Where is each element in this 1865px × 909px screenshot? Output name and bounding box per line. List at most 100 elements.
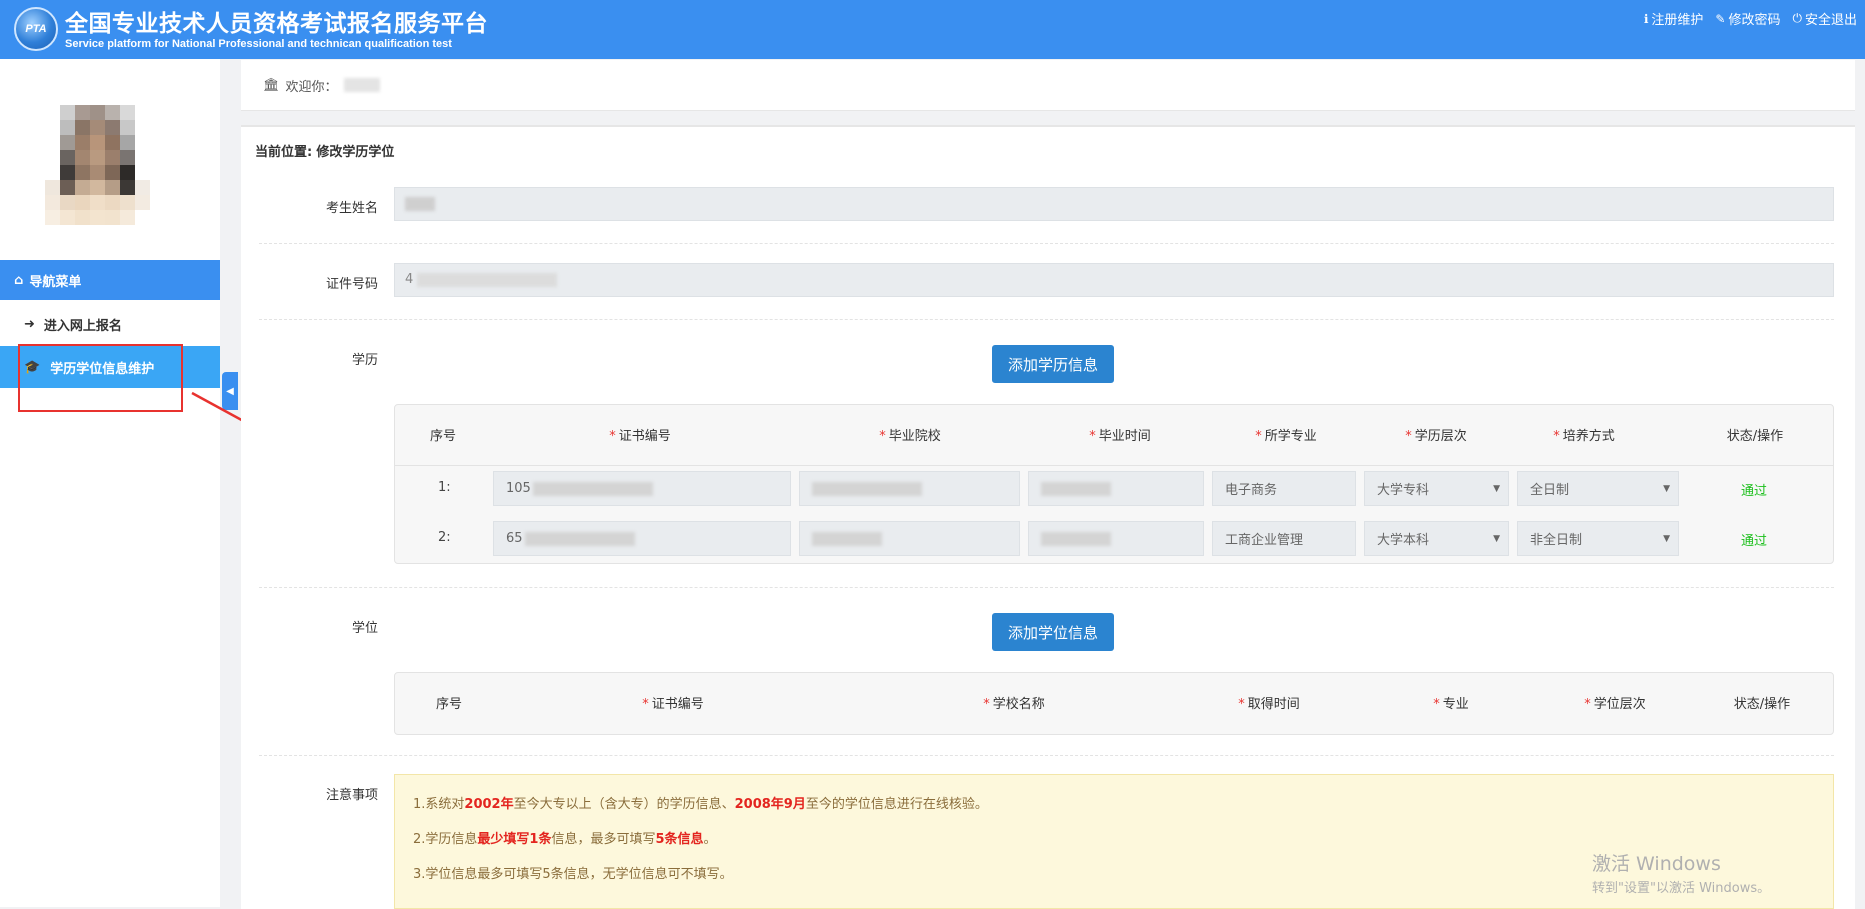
education-col-major-text: 所学专业 — [1264, 429, 1317, 444]
pta-logo: PTA — [14, 7, 58, 51]
home-icon: ⌂ — [14, 272, 24, 288]
education-row-2-status: 通过 — [1741, 534, 1768, 549]
site-subtitle: Service platform for National Profession… — [65, 38, 452, 50]
site-title: 全国专业技术人员资格考试报名服务平台 — [65, 11, 488, 37]
education-row-1-cert[interactable]: 105 — [493, 471, 791, 506]
cert-redacted — [532, 481, 653, 496]
degree-col-time-text: 取得时间 — [1247, 697, 1300, 712]
sidebar-item-label: 进入网上报名 — [43, 318, 122, 334]
power-icon: ⏻ — [1792, 11, 1802, 25]
degree-col-level-text: 学位层次 — [1593, 697, 1646, 712]
windows-activation-title: 激活 Windows — [1592, 853, 1721, 875]
education-row-1-status: 通过 — [1741, 484, 1768, 499]
education-col-major: * 所学专业 — [1255, 429, 1317, 444]
cert-redacted — [524, 531, 635, 546]
education-row-2-index: 2: — [438, 530, 451, 545]
notice-text: 2.学历信息 — [413, 832, 478, 847]
education-col-cert-text: 证书编号 — [618, 429, 671, 444]
education-col-status: 状态/操作 — [1726, 429, 1784, 444]
notice-label: 注意事项 — [325, 788, 378, 803]
notice-text: 。 — [703, 832, 717, 847]
notice-text: 至今大专以上（含大专）的学历信息、 — [513, 797, 735, 812]
top-links: ℹ 注册维护 ✎ 修改密码 ⏻ 安全退出 — [1644, 9, 1857, 28]
welcome-label: 欢迎你： — [285, 79, 338, 95]
info-icon: ℹ — [1643, 11, 1649, 26]
caret-down-icon: ▼ — [1493, 483, 1500, 494]
education-row-1-grad-time[interactable] — [1028, 471, 1204, 506]
notice-highlight: 5条信息 — [655, 832, 704, 847]
notice-text: 信息，最多可填写 — [551, 832, 656, 847]
degree-col-cert: * 证书编号 — [642, 697, 704, 712]
divider — [259, 755, 1834, 756]
degree-col-index: 序号 — [435, 697, 463, 712]
name-field[interactable] — [394, 187, 1834, 221]
select-value: 大学本科 — [1377, 533, 1430, 548]
register-maintain-label: 注册维护 — [1651, 13, 1704, 28]
caret-down-icon: ▼ — [1493, 533, 1500, 544]
education-row-2-major[interactable]: 工商企业管理 — [1212, 521, 1356, 556]
top-header: PTA 全国专业技术人员资格考试报名服务平台 Service platform … — [0, 0, 1865, 59]
education-row-1-level-select[interactable]: 大学专科 ▼ — [1364, 471, 1509, 506]
id-number-field[interactable]: 4 — [394, 263, 1834, 297]
breadcrumb: 当前位置: 修改学历学位 — [255, 141, 394, 160]
notice-line-1: 1.系统对2002年至今大专以上（含大专）的学历信息、2008年9月至今的学位信… — [413, 787, 1815, 822]
divider — [259, 319, 1834, 320]
add-education-button[interactable]: 添加学历信息 — [992, 345, 1114, 383]
edit-icon: ✎ — [1715, 11, 1726, 26]
sidebar-collapse-toggle[interactable]: ◀ — [222, 372, 238, 410]
nav-menu-header: ⌂ 导航菜单 — [0, 260, 220, 300]
sidebar-item-online-registration[interactable]: ➜ 进入网上报名 — [0, 303, 220, 345]
logout-label: 安全退出 — [1804, 13, 1857, 28]
annotation-highlight-box — [18, 344, 183, 412]
education-row-1-mode-select[interactable]: 全日制 ▼ — [1517, 471, 1679, 506]
breadcrumb-prefix: 当前位置: — [255, 145, 313, 160]
notice-text: 至今的学位信息进行在线核验。 — [805, 797, 988, 812]
education-row-1-index: 1: — [438, 480, 451, 495]
nav-menu-title: 导航菜单 — [29, 274, 82, 290]
degree-col-status: 状态/操作 — [1733, 697, 1791, 712]
select-value: 非全日制 — [1530, 533, 1583, 548]
register-maintain-link[interactable]: ℹ 注册维护 — [1643, 9, 1704, 29]
degree-label: 学位 — [351, 621, 378, 636]
username-redacted — [343, 78, 380, 92]
education-col-grad-time-text: 毕业时间 — [1098, 429, 1151, 444]
education-row-2-cert[interactable]: 65 — [493, 521, 791, 556]
notice-highlight: 2008年9月 — [734, 797, 806, 812]
welcome-bar: 🏛 欢迎你： — [241, 60, 1855, 111]
degree-table: 序号 * 证书编号 * 学校名称 * 取得时间 * 专业 * 学位层次 状态/操作 — [394, 672, 1834, 735]
education-row-1-school[interactable] — [799, 471, 1020, 506]
education-table: 序号 * 证书编号 * 毕业院校 * 毕业时间 * 所学专业 * 学历层次 * 培养方式 状… — [394, 404, 1834, 564]
school-redacted — [812, 481, 922, 496]
notice-highlight: 最少填写1条 — [477, 832, 552, 847]
education-row-2-mode-select[interactable]: 非全日制 ▼ — [1517, 521, 1679, 556]
degree-col-school-text: 学校名称 — [992, 697, 1045, 712]
id-value-partial: 4 — [405, 272, 414, 287]
id-label: 证件号码 — [325, 277, 378, 292]
grad-time-redacted — [1041, 531, 1111, 546]
education-row-2-grad-time[interactable] — [1028, 521, 1204, 556]
divider — [395, 465, 1833, 466]
education-col-index: 序号 — [429, 429, 457, 444]
education-col-mode-text: 培养方式 — [1562, 429, 1615, 444]
name-label: 考生姓名 — [325, 201, 378, 216]
education-col-grad-time: * 毕业时间 — [1089, 429, 1151, 444]
education-col-school-text: 毕业院校 — [888, 429, 941, 444]
education-row-1-major[interactable]: 电子商务 — [1212, 471, 1356, 506]
main-panel: 当前位置: 修改学历学位 考生姓名 证件号码 4 学历 添加学历信息 序号 * 证… — [241, 125, 1855, 909]
breadcrumb-current: 修改学历学位 — [316, 145, 395, 160]
education-row-2-school[interactable] — [799, 521, 1020, 556]
divider — [259, 243, 1834, 244]
education-col-mode: * 培养方式 — [1553, 429, 1615, 444]
select-value: 全日制 — [1530, 483, 1570, 498]
education-col-level: * 学历层次 — [1405, 429, 1467, 444]
education-row-2-level-select[interactable]: 大学本科 ▼ — [1364, 521, 1509, 556]
change-password-label: 修改密码 — [1728, 13, 1781, 28]
logout-link[interactable]: ⏻ 安全退出 — [1792, 9, 1857, 28]
change-password-link[interactable]: ✎ 修改密码 — [1715, 9, 1781, 29]
add-degree-button[interactable]: 添加学位信息 — [992, 613, 1114, 651]
degree-col-level: * 学位层次 — [1584, 697, 1646, 712]
degree-col-school: * 学校名称 — [983, 697, 1045, 712]
cert-value: 65 — [506, 531, 523, 546]
education-label: 学历 — [351, 353, 378, 368]
degree-col-major-text: 专业 — [1442, 697, 1469, 712]
